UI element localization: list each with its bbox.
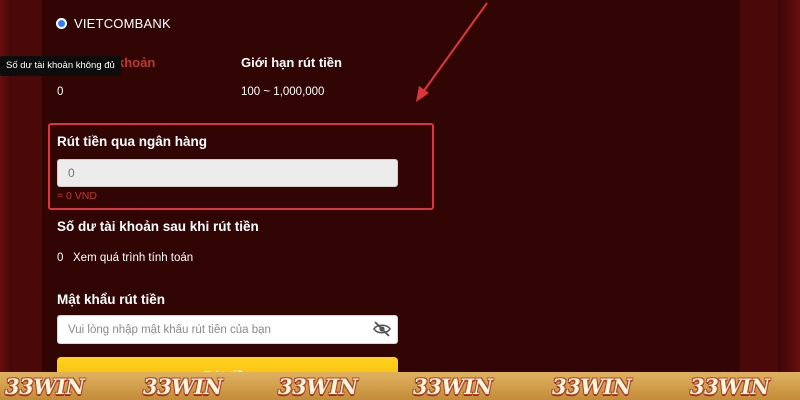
- limit-label: Giới hạn rút tiền: [241, 55, 342, 70]
- after-balance-value: 0: [57, 252, 64, 264]
- eye-slash-icon[interactable]: [372, 320, 392, 338]
- withdraw-password-input[interactable]: [57, 315, 398, 344]
- balance-value: 0: [57, 86, 64, 98]
- withdraw-amount-input[interactable]: [57, 159, 398, 187]
- withdraw-label: Rút tiền qua ngân hàng: [57, 134, 207, 149]
- bank-name: VIETCOMBANK: [74, 15, 171, 31]
- watermark-logo: 33WIN: [278, 374, 358, 399]
- watermark-logo: 33WIN: [552, 374, 632, 399]
- right-edge: [778, 0, 800, 400]
- watermark-logo: 33WIN: [413, 374, 493, 399]
- watermark-logo: 33WIN: [5, 374, 85, 399]
- vnd-equivalent: = 0 VND: [57, 190, 97, 202]
- insufficient-balance-tooltip: Số dư tài khoản không đủ: [0, 56, 121, 76]
- bank-radio[interactable]: [56, 17, 67, 29]
- limit-value: 100 ~ 1,000,000: [241, 86, 325, 98]
- after-balance-label: Số dư tài khoản sau khi rút tiền: [57, 219, 259, 234]
- watermark-logo: 33WIN: [690, 374, 770, 399]
- view-calculation-link[interactable]: Xem quá trình tính toán: [73, 252, 193, 264]
- watermark-banner: 33WIN 33WIN 33WIN 33WIN 33WIN 33WIN: [0, 372, 800, 400]
- watermark-logo: 33WIN: [143, 374, 223, 399]
- bank-option[interactable]: VIETCOMBANK: [56, 14, 171, 32]
- password-label: Mật khẩu rút tiền: [57, 292, 166, 307]
- right-band: [740, 0, 778, 400]
